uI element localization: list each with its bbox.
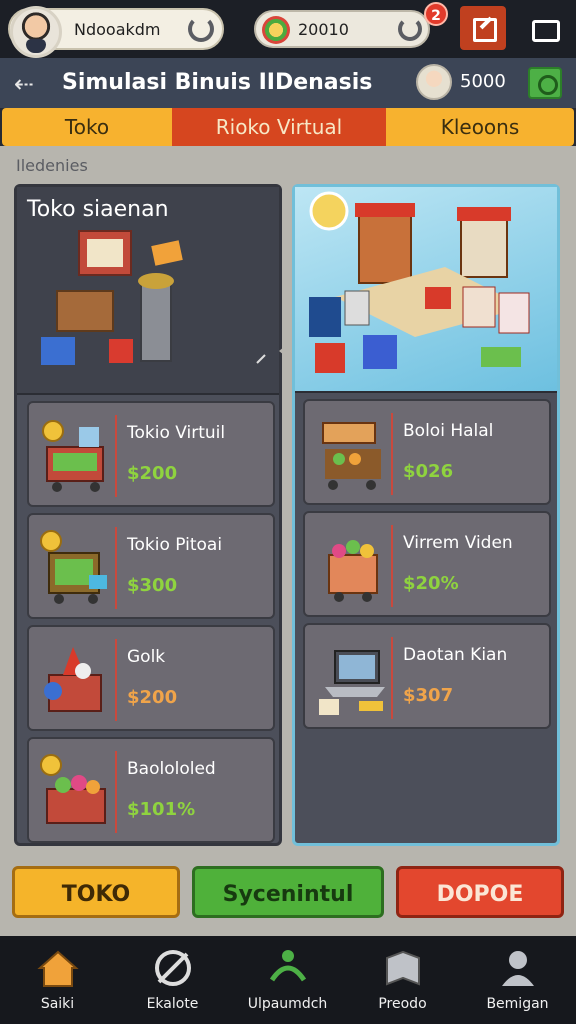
book-icon	[386, 950, 420, 986]
top-bar: Ndooakdm 20010 2	[0, 0, 576, 58]
refresh-coins-icon[interactable]	[398, 17, 422, 41]
nav-item-ekalote[interactable]: Ekalote	[115, 936, 230, 1024]
coin-icon	[262, 16, 290, 44]
gift-basket-icon	[44, 647, 102, 712]
item-price: $026	[403, 461, 454, 482]
market-stall-icon	[322, 422, 381, 490]
item-name: Virrem Viden	[403, 533, 513, 553]
fruit-basket-icon	[40, 754, 106, 824]
balance-value: 5000	[460, 71, 506, 92]
nav-item-saiki[interactable]: Saiki	[0, 936, 115, 1024]
growth-icon	[269, 950, 307, 982]
item-name: Tokio Pitoai	[127, 535, 223, 555]
store-button[interactable]	[528, 67, 562, 99]
action-bar: TOKO Sycenintul DOPOE	[0, 850, 576, 936]
tab-toko[interactable]: Toko	[2, 108, 172, 146]
shop-item-card[interactable]: Baolololed $101%	[27, 737, 275, 843]
header: ⇠ Simulasi Binuis IIDenasis 5000	[0, 58, 576, 108]
nav-label: Ekalote	[146, 996, 199, 1012]
card-divider	[115, 639, 117, 721]
shop-item-card[interactable]: Boloi Halal $026	[303, 399, 551, 505]
mini-avatar[interactable]	[416, 64, 452, 100]
section-label: Iledenies	[16, 156, 88, 175]
item-price: $101%	[127, 799, 196, 820]
bottom-nav: Saiki Ekalote Ulpaumdch Preodo Bemigan	[0, 936, 576, 1024]
candy-cart-icon	[328, 540, 378, 602]
card-divider	[115, 751, 117, 833]
item-price: $200	[127, 687, 178, 708]
item-name: Tokio Virtuil	[127, 423, 226, 443]
notification-badge[interactable]: 2	[424, 2, 448, 26]
edit-button[interactable]	[460, 6, 506, 50]
share-button[interactable]	[518, 6, 568, 50]
shop-item-card[interactable]: Virrem Viden $20%	[303, 511, 551, 617]
sycennul-button[interactable]: Sycenintul	[192, 866, 384, 918]
market-cart-icon	[42, 420, 104, 492]
shop-item-card[interactable]: Daotan Kian $307	[303, 623, 551, 729]
card-divider	[115, 527, 117, 609]
card-divider	[115, 415, 117, 497]
shop-stall-illustration	[41, 230, 266, 365]
coin-value: 20010	[298, 20, 349, 39]
nav-item-ulpaumdch[interactable]: Ulpaumdch	[230, 936, 345, 1024]
nav-label: Ulpaumdch	[247, 996, 328, 1012]
right-hero-banner	[295, 187, 557, 393]
nav-label: Preodo	[378, 996, 427, 1012]
main-area: Iledenies Toko siaenan Tokio Virtuil $20…	[0, 146, 576, 850]
shop-item-card[interactable]: Tokio Pitoai $300	[27, 513, 275, 619]
profile-icon	[502, 951, 534, 986]
nav-item-bemigan[interactable]: Bemigan	[460, 936, 575, 1024]
left-hero-banner: Toko siaenan	[17, 187, 279, 395]
item-price: $307	[403, 685, 454, 706]
item-name: Daotan Kian	[403, 645, 508, 665]
trolley-icon	[40, 530, 107, 604]
tab-bar: Toko Rioko Virtual Kleoons	[0, 108, 576, 146]
card-divider	[391, 413, 393, 495]
back-arrow-icon[interactable]: ⇠	[14, 70, 34, 98]
card-divider	[391, 637, 393, 719]
player-avatar[interactable]	[10, 6, 62, 58]
tab-kleoons[interactable]: Kleoons	[386, 108, 574, 146]
item-name: Boloi Halal	[403, 421, 494, 441]
refresh-icon[interactable]	[188, 16, 214, 42]
right-shop-panel: Boloi Halal $026 Virrem Viden $20% Daota…	[292, 184, 560, 846]
nav-label: Bemigan	[486, 996, 549, 1012]
nav-item-preodo[interactable]: Preodo	[345, 936, 460, 1024]
home-icon	[37, 950, 79, 987]
shop-icon	[155, 950, 191, 986]
tab-toko-virtual[interactable]: Rioko Virtual	[172, 108, 386, 146]
laptop-icon	[319, 650, 385, 715]
item-price: $300	[127, 575, 178, 596]
shop-item-card[interactable]: Tokio Virtuil $200	[27, 401, 275, 507]
player-profile-pill[interactable]: Ndooakdm	[8, 6, 224, 58]
left-shop-panel: Toko siaenan Tokio Virtuil $200 Tokio Pi…	[14, 184, 299, 846]
item-name: Baolololed	[127, 759, 216, 779]
coin-counter[interactable]: 20010	[254, 10, 430, 48]
toko-button[interactable]: TOKO	[12, 866, 180, 918]
virtual-store-illustration	[309, 191, 530, 373]
item-price: $200	[127, 463, 178, 484]
item-price: $20%	[403, 573, 459, 594]
dopoe-button[interactable]: DOPOE	[396, 866, 564, 918]
card-divider	[391, 525, 393, 607]
nav-label: Saiki	[40, 996, 75, 1012]
item-name: Golk	[127, 647, 166, 667]
shop-item-card[interactable]: Golk $200	[27, 625, 275, 731]
player-name: Ndooakdm	[74, 20, 161, 39]
page-title: Simulasi Binuis IIDenasis	[62, 70, 373, 95]
